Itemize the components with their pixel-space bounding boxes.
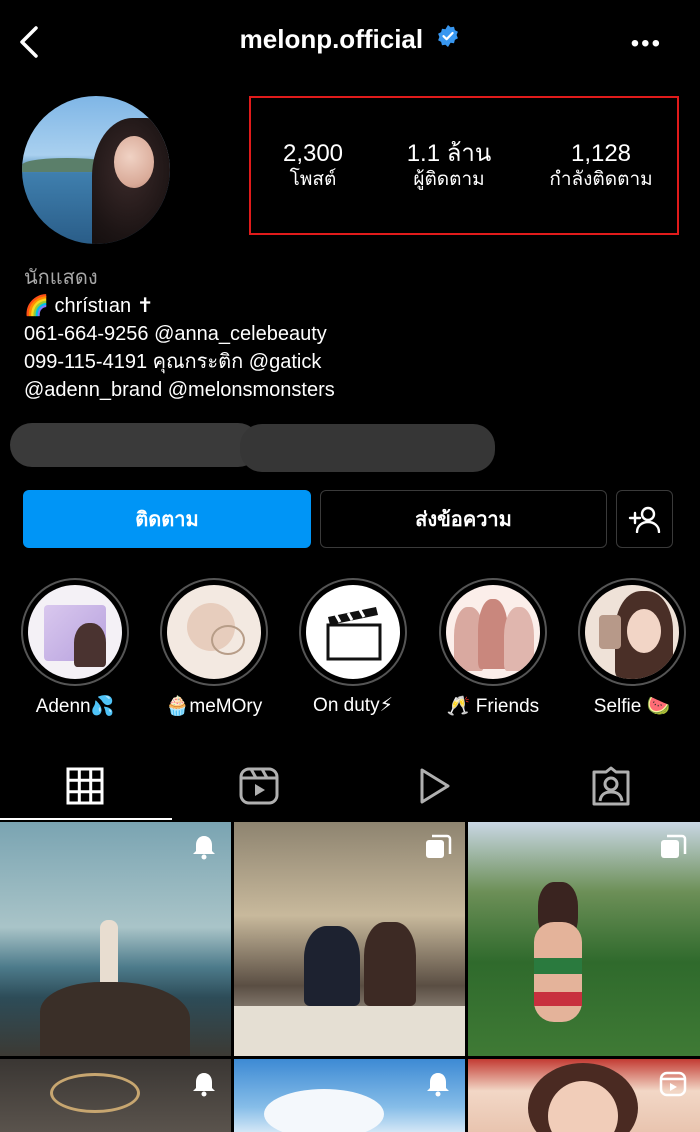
highlight-ring bbox=[21, 578, 129, 686]
add-user-button[interactable] bbox=[616, 490, 673, 548]
redacted-block bbox=[240, 424, 495, 472]
highlight-adenn[interactable]: Adenn💦 bbox=[20, 578, 130, 718]
post-thumbnail[interactable] bbox=[468, 822, 700, 1056]
highlight-ring bbox=[160, 578, 268, 686]
profile-avatar[interactable] bbox=[22, 96, 170, 244]
stat-posts-value: 2,300 bbox=[282, 140, 344, 167]
bio-line-2[interactable]: 061-664-9256 @anna_celebeauty bbox=[24, 320, 335, 348]
profile-username-header: melonp.official bbox=[0, 24, 700, 55]
highlight-ring bbox=[578, 578, 686, 686]
highlight-ring bbox=[299, 578, 407, 686]
stat-posts-label: โพสต์ bbox=[289, 169, 337, 190]
bio-line-3[interactable]: 099-115-4191 คุณกระติก @gatick bbox=[24, 348, 335, 376]
more-options-button[interactable]: ••• bbox=[631, 30, 662, 58]
redacted-block bbox=[10, 423, 260, 467]
message-button[interactable]: ส่งข้อความ bbox=[320, 490, 607, 548]
active-tab-indicator bbox=[0, 818, 172, 820]
highlight-label: Adenn💦 bbox=[35, 696, 115, 717]
follow-button[interactable]: ติดตาม bbox=[23, 490, 311, 548]
stat-following-value: 1,128 bbox=[570, 140, 632, 167]
add-user-icon bbox=[628, 506, 660, 533]
stat-followers-value: 1.1 ล้าน bbox=[406, 140, 492, 167]
highlight-label: 🥂 Friends bbox=[446, 696, 540, 717]
tab-tagged[interactable] bbox=[589, 764, 633, 808]
username: melonp.official bbox=[239, 24, 424, 54]
highlight-label: Selfie 🍉 bbox=[593, 696, 671, 717]
post-thumbnail[interactable] bbox=[234, 1059, 465, 1132]
profile-tabs bbox=[0, 756, 700, 820]
tab-reels[interactable] bbox=[237, 764, 281, 808]
clapperboard-icon bbox=[326, 607, 382, 661]
posts-grid bbox=[0, 822, 700, 1132]
highlight-label: 🧁meMOry bbox=[165, 696, 263, 717]
stat-following-label: กำลังติดตาม bbox=[549, 169, 653, 190]
multiple-posts-icon bbox=[661, 834, 687, 858]
bell-icon bbox=[427, 1073, 449, 1097]
profile-bio: นักแสดง 🌈 chrístıan ✝ 061-664-9256 @anna… bbox=[24, 264, 335, 404]
story-highlights: Adenn💦 🧁meMOry On duty⚡ 🥂 Friends Selfie… bbox=[0, 578, 700, 728]
tab-videos[interactable] bbox=[412, 764, 456, 808]
tab-posts-grid[interactable] bbox=[63, 764, 107, 808]
profile-stats: 2,300 โพสต์ 1.1 ล้าน ผู้ติดตาม 1,128 กำล… bbox=[249, 96, 679, 235]
play-icon bbox=[420, 768, 450, 804]
multiple-posts-icon bbox=[426, 834, 452, 858]
bio-category: นักแสดง bbox=[24, 267, 98, 289]
avatar-face bbox=[114, 136, 154, 188]
post-thumbnail[interactable] bbox=[0, 822, 231, 1056]
stat-followers[interactable]: 1.1 ล้าน ผู้ติดตาม bbox=[379, 140, 519, 192]
highlight-cover bbox=[306, 585, 400, 679]
bio-line-1: 🌈 chrístıan ✝ bbox=[24, 295, 154, 317]
reels-icon bbox=[239, 767, 279, 805]
highlight-cover bbox=[167, 585, 261, 679]
verified-badge-icon bbox=[436, 24, 460, 55]
stat-followers-label: ผู้ติดตาม bbox=[413, 169, 485, 190]
post-thumbnail[interactable] bbox=[468, 1059, 700, 1132]
bio-line-4[interactable]: @adenn_brand @melonsmonsters bbox=[24, 376, 335, 404]
post-thumbnail[interactable] bbox=[234, 822, 465, 1056]
more-horizontal-icon: ••• bbox=[630, 30, 662, 57]
post-thumbnail[interactable] bbox=[0, 1059, 231, 1132]
top-bar: melonp.official ••• bbox=[0, 0, 700, 84]
stat-following[interactable]: 1,128 กำลังติดตาม bbox=[516, 140, 686, 192]
highlight-memory[interactable]: 🧁meMOry bbox=[159, 578, 269, 718]
bell-icon bbox=[193, 1073, 215, 1097]
highlight-cover bbox=[28, 585, 122, 679]
grid-icon bbox=[66, 767, 104, 805]
highlight-on-duty[interactable]: On duty⚡ bbox=[298, 578, 408, 717]
stat-posts[interactable]: 2,300 โพสต์ bbox=[243, 140, 383, 192]
highlight-cover bbox=[585, 585, 679, 679]
bell-icon bbox=[193, 836, 215, 860]
highlight-cover bbox=[446, 585, 540, 679]
highlight-friends[interactable]: 🥂 Friends bbox=[438, 578, 548, 718]
highlight-selfie[interactable]: Selfie 🍉 bbox=[577, 578, 687, 718]
reels-badge-icon bbox=[659, 1071, 687, 1097]
highlight-label: On duty⚡ bbox=[313, 695, 393, 716]
highlight-ring bbox=[439, 578, 547, 686]
tagged-icon bbox=[592, 766, 630, 806]
